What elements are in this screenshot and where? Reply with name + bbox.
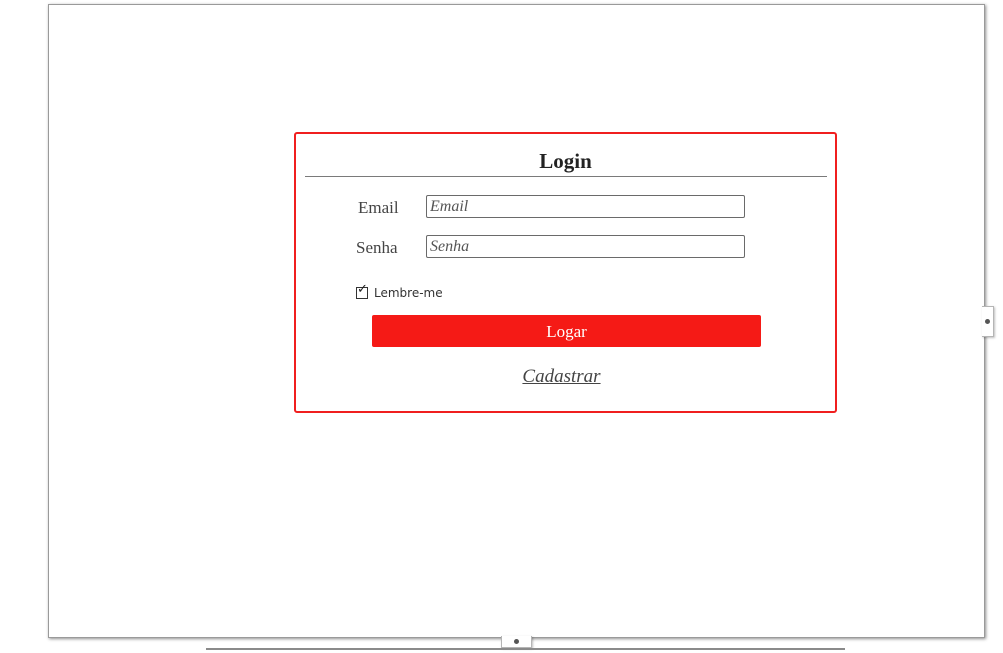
- remember-me-checkbox[interactable]: ✓: [356, 283, 368, 299]
- remember-me-label: Lembre-me: [374, 286, 443, 300]
- title-divider: [305, 176, 827, 177]
- email-field[interactable]: [426, 195, 745, 218]
- remember-me-option[interactable]: ✓ Lembre-me: [356, 283, 443, 301]
- handle-dot-icon: [985, 319, 990, 324]
- handle-dot-icon: [514, 639, 519, 644]
- mockup-frame: Login Email Senha ✓ Lembre-me Logar Cada…: [48, 4, 985, 638]
- register-link[interactable]: Cadastrar: [296, 366, 827, 388]
- bottom-divider: [206, 648, 845, 650]
- login-button[interactable]: Logar: [372, 315, 761, 347]
- login-title: Login: [539, 149, 592, 173]
- canvas: Login Email Senha ✓ Lembre-me Logar Cada…: [0, 0, 1003, 653]
- email-label: Email: [358, 198, 399, 217]
- password-field[interactable]: [426, 235, 745, 258]
- resize-handle-bottom[interactable]: [501, 636, 532, 648]
- check-icon: ✓: [357, 282, 368, 297]
- resize-handle-right[interactable]: [982, 306, 994, 337]
- login-panel: Login Email Senha ✓ Lembre-me Logar Cada…: [294, 132, 837, 413]
- password-label: Senha: [356, 238, 398, 257]
